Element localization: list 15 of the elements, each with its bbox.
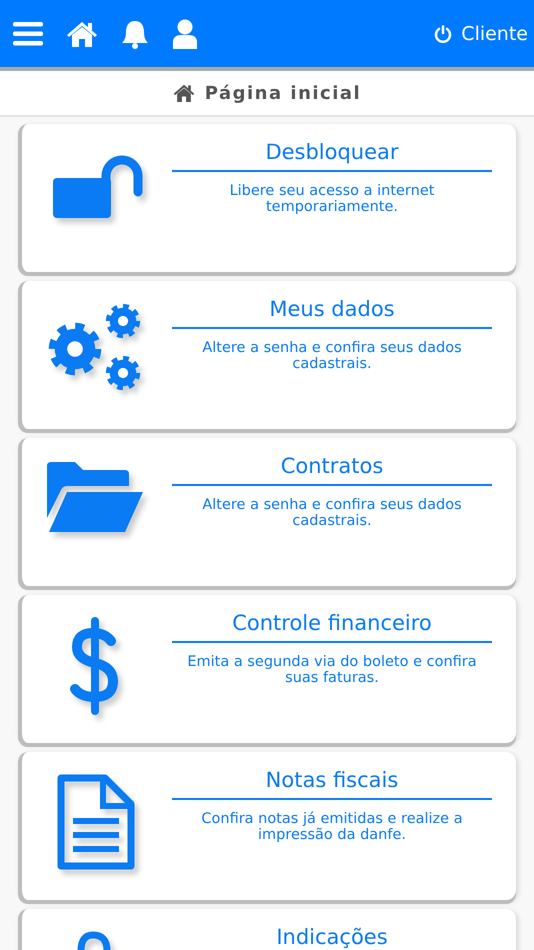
page-title: Página inicial	[204, 82, 362, 104]
menu-card[interactable]: Indicações	[18, 909, 516, 950]
card-description: Altere a senha e confira seus dados cadastrais.	[201, 497, 463, 529]
card-description: Confira notas já emitidas e realize a impressão da danfe.	[200, 811, 464, 843]
card-description: Libere seu acesso a internet temporariamente.	[228, 183, 436, 215]
user-label: Cliente	[461, 22, 528, 44]
card-title: Desbloquear	[172, 140, 492, 172]
card-title: Meus dados	[172, 297, 492, 329]
card-title: Contratos	[172, 454, 492, 486]
card-description: Altere a senha e confira seus dados cadastrais.	[201, 340, 463, 372]
user-menu[interactable]: Cliente	[434, 22, 528, 44]
card-title: Indicações	[172, 925, 492, 950]
card-title: Notas fiscais	[172, 768, 492, 800]
card-description: Emita a segunda via do boleto e confira suas faturas.	[186, 654, 478, 686]
card-title: Controle financeiro	[172, 611, 492, 643]
